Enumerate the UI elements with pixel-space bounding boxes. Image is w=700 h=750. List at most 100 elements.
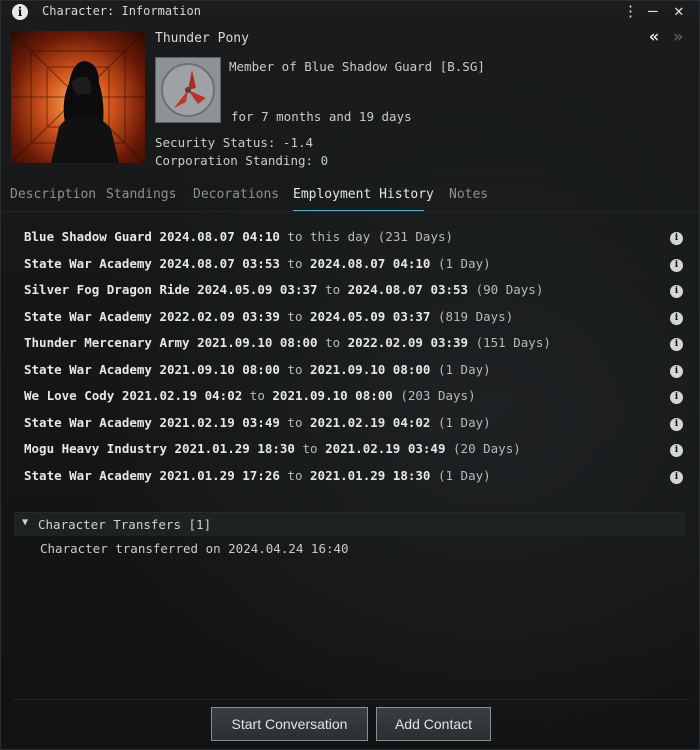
info-icon[interactable]: i bbox=[670, 285, 683, 298]
add-contact-button[interactable]: Add Contact bbox=[376, 707, 491, 741]
end-date: 2022.02.09 03:39 bbox=[347, 335, 469, 350]
to-separator: to bbox=[287, 414, 303, 430]
duration-days: (20 Days) bbox=[453, 441, 521, 456]
tab-standings[interactable]: Standings bbox=[106, 187, 176, 202]
info-icon[interactable]: i bbox=[670, 258, 683, 272]
employment-row: State War Academy 2022.02.09 03:39 to 20… bbox=[24, 309, 689, 331]
corporation-standing: Corporation Standing: 0 bbox=[155, 153, 329, 168]
double-chevron-right-icon[interactable]: » bbox=[673, 27, 683, 47]
start-date: 2021.01.29 17:26 bbox=[159, 467, 280, 483]
end-date: 2021.09.10 08:00 bbox=[310, 361, 431, 377]
corporation-link[interactable]: State War Academy bbox=[24, 309, 152, 324]
character-name[interactable]: Thunder Pony bbox=[155, 31, 249, 46]
portrait-image bbox=[11, 31, 145, 163]
employment-row: Blue Shadow Guard 2024.08.07 04:10 to th… bbox=[24, 229, 689, 251]
membership-text: Member of Blue Shadow Guard [B.SG] bbox=[229, 59, 485, 74]
character-info-window: i Character: Information ⋮ — ✕ Thunder P… bbox=[0, 0, 700, 750]
start-conversation-button[interactable]: Start Conversation bbox=[211, 707, 368, 741]
corporation-logo-emblem-icon bbox=[161, 63, 215, 117]
duration-days: (231 Days) bbox=[377, 229, 454, 244]
employment-row: State War Academy 2024.08.07 03:53 to 20… bbox=[24, 256, 689, 278]
duration-days: (819 Days) bbox=[437, 308, 514, 324]
kebab-menu-icon[interactable]: ⋮ bbox=[623, 2, 638, 20]
close-icon[interactable]: ✕ bbox=[674, 2, 684, 20]
to-separator: to bbox=[287, 467, 303, 483]
to-separator: to bbox=[287, 361, 303, 377]
caret-down-icon[interactable]: ▼ bbox=[22, 517, 28, 528]
active-tab-indicator bbox=[293, 210, 424, 211]
end-date: this day bbox=[310, 229, 371, 244]
corporation-link[interactable]: Thunder Mercenary Army bbox=[24, 335, 190, 350]
corporation-link[interactable]: We Love Cody bbox=[24, 388, 114, 403]
tab-description[interactable]: Description bbox=[10, 187, 96, 202]
start-date: 2021.09.10 08:00 bbox=[159, 361, 280, 377]
tab-notes[interactable]: Notes bbox=[449, 187, 488, 202]
end-date: 2021.02.19 04:02 bbox=[310, 414, 431, 430]
start-date: 2021.02.19 03:49 bbox=[159, 414, 280, 430]
to-separator: to bbox=[287, 229, 303, 244]
to-separator: to bbox=[287, 308, 303, 324]
employment-row: Thunder Mercenary Army 2021.09.10 08:00 … bbox=[24, 335, 689, 357]
duration-days: (203 Days) bbox=[400, 388, 476, 403]
duration-days: (1 Day) bbox=[437, 361, 491, 377]
transfer-entry: Character transferred on 2024.04.24 16:4… bbox=[40, 541, 349, 556]
end-date: 2021.09.10 08:00 bbox=[272, 388, 393, 403]
corporation-link[interactable]: Blue Shadow Guard bbox=[24, 229, 152, 244]
info-icon[interactable]: i bbox=[12, 4, 28, 20]
employment-row: We Love Cody 2021.02.19 04:02 to 2021.09… bbox=[24, 388, 689, 410]
window-title: Character: Information bbox=[42, 4, 201, 18]
info-icon[interactable]: i bbox=[670, 417, 683, 431]
title-bar[interactable]: i Character: Information ⋮ — ✕ bbox=[1, 1, 700, 23]
duration-days: (151 Days) bbox=[475, 335, 551, 350]
corporation-link[interactable]: State War Academy bbox=[24, 256, 152, 271]
duration-days: (90 Days) bbox=[475, 282, 544, 297]
corporation-link[interactable]: State War Academy bbox=[24, 415, 152, 430]
corporation-link[interactable]: Mogu Heavy Industry bbox=[24, 441, 167, 456]
info-icon[interactable]: i bbox=[670, 470, 683, 484]
end-date: 2021.01.29 18:30 bbox=[310, 467, 431, 483]
duration-days: (1 Day) bbox=[437, 414, 491, 430]
employment-row: Silver Fog Dragon Ride 2024.05.09 03:37 … bbox=[24, 282, 689, 304]
info-icon[interactable]: i bbox=[670, 391, 683, 404]
tab-decorations[interactable]: Decorations bbox=[193, 187, 279, 202]
end-date: 2021.02.19 03:49 bbox=[325, 441, 446, 456]
to-separator: to bbox=[325, 282, 341, 297]
info-icon[interactable]: i bbox=[670, 338, 683, 351]
footer-divider bbox=[13, 699, 689, 700]
employment-row: State War Academy 2021.09.10 08:00 to 20… bbox=[24, 362, 689, 384]
start-date: 2024.08.07 04:10 bbox=[159, 229, 280, 244]
character-portrait[interactable] bbox=[11, 31, 145, 163]
info-icon[interactable]: i bbox=[670, 444, 683, 457]
security-status: Security Status: -1.4 bbox=[155, 135, 314, 150]
membership-duration: for 7 months and 19 days bbox=[231, 109, 412, 124]
employment-row: Mogu Heavy Industry 2021.01.29 18:30 to … bbox=[24, 441, 689, 463]
corporation-link[interactable]: Silver Fog Dragon Ride bbox=[24, 282, 190, 297]
end-date: 2024.05.09 03:37 bbox=[310, 308, 431, 324]
info-icon[interactable]: i bbox=[670, 232, 683, 245]
corporation-link[interactable]: State War Academy bbox=[24, 362, 152, 377]
tab-employment-history[interactable]: Employment History bbox=[293, 187, 434, 202]
employment-row: State War Academy 2021.01.29 17:26 to 20… bbox=[24, 468, 689, 490]
tab-divider bbox=[1, 211, 700, 212]
end-date: 2024.08.07 03:53 bbox=[347, 282, 469, 297]
start-date: 2024.08.07 03:53 bbox=[159, 255, 280, 271]
end-date: 2024.08.07 04:10 bbox=[310, 255, 431, 271]
info-icon[interactable]: i bbox=[670, 311, 683, 325]
start-date: 2021.02.19 04:02 bbox=[121, 388, 243, 403]
start-date: 2022.02.09 03:39 bbox=[159, 308, 280, 324]
info-icon[interactable]: i bbox=[670, 364, 683, 378]
start-date: 2021.01.29 18:30 bbox=[174, 441, 295, 456]
corporation-logo[interactable] bbox=[155, 57, 221, 123]
to-separator: to bbox=[302, 441, 318, 456]
minimize-icon[interactable]: — bbox=[648, 2, 658, 20]
character-transfers-title: Character Transfers [1] bbox=[38, 517, 212, 532]
employment-row: State War Academy 2021.02.19 03:49 to 20… bbox=[24, 415, 689, 437]
corporation-link[interactable]: State War Academy bbox=[24, 468, 152, 483]
duration-days: (1 Day) bbox=[437, 255, 491, 271]
character-transfers-section-header[interactable]: ▼ Character Transfers [1] bbox=[14, 512, 686, 536]
start-date: 2024.05.09 03:37 bbox=[197, 282, 318, 297]
start-date: 2021.09.10 08:00 bbox=[197, 335, 318, 350]
to-separator: to bbox=[249, 388, 265, 403]
duration-days: (1 Day) bbox=[437, 467, 491, 483]
double-chevron-left-icon[interactable]: « bbox=[649, 27, 659, 47]
